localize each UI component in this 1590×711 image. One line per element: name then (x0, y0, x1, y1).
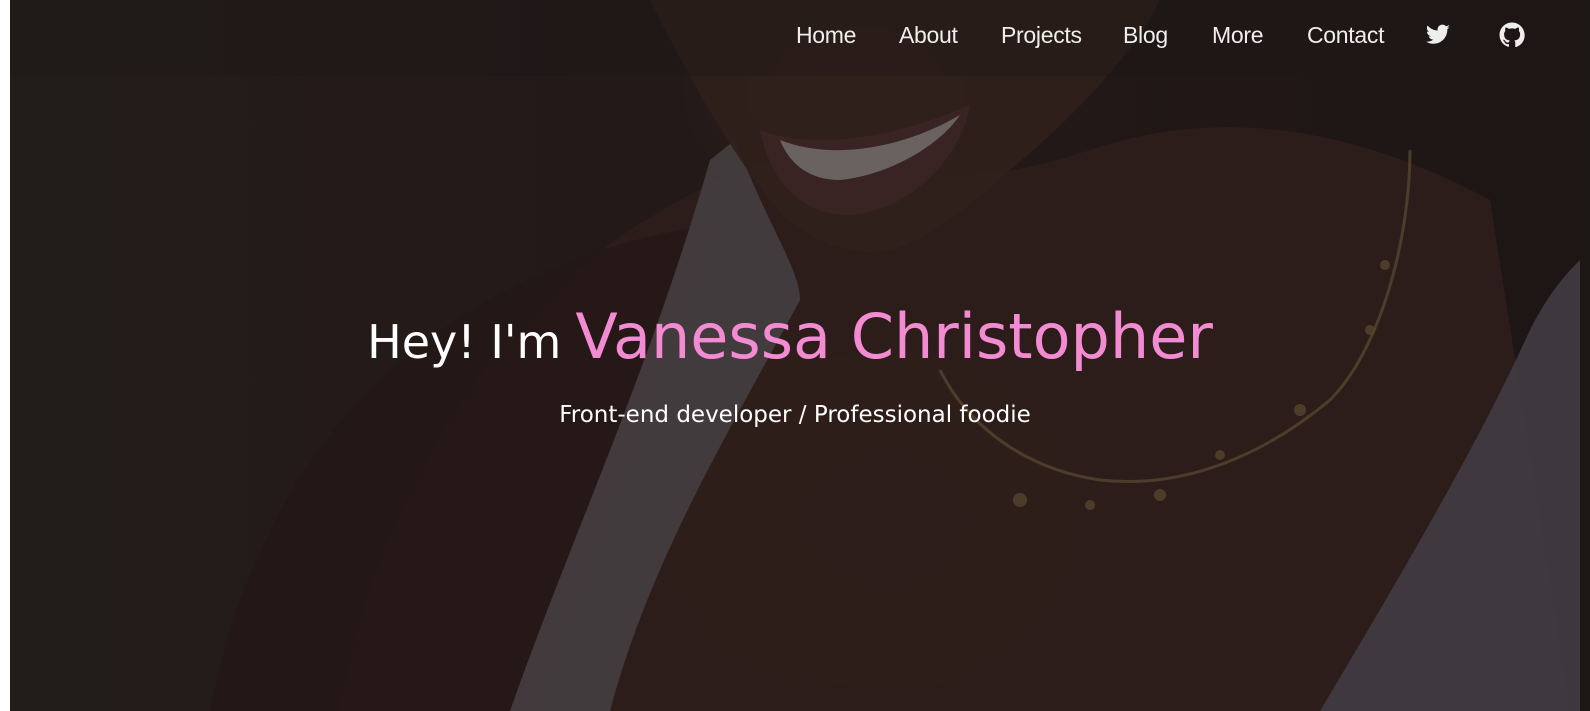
nav-link-more[interactable]: More (1212, 22, 1264, 49)
hero-name: Vanessa Christopher (575, 300, 1213, 373)
hero-subtitle: Front-end developer / Professional foodi… (559, 402, 1031, 428)
nav-link-about[interactable]: About (899, 22, 958, 49)
twitter-icon[interactable] (1425, 22, 1451, 48)
top-navigation: Home About Projects Blog More Contact (10, 0, 1580, 76)
nav-link-home[interactable]: Home (796, 22, 856, 49)
nav-link-contact[interactable]: Contact (1307, 22, 1384, 49)
nav-link-projects[interactable]: Projects (1001, 22, 1082, 49)
github-icon[interactable] (1499, 22, 1525, 48)
page: Home About Projects Blog More Contact He… (0, 0, 1590, 711)
hero-greeting: Hey! I'm (367, 315, 562, 369)
hero-headline: Hey! I'm Vanessa Christopher (0, 300, 1590, 373)
nav-link-blog[interactable]: Blog (1123, 22, 1168, 49)
